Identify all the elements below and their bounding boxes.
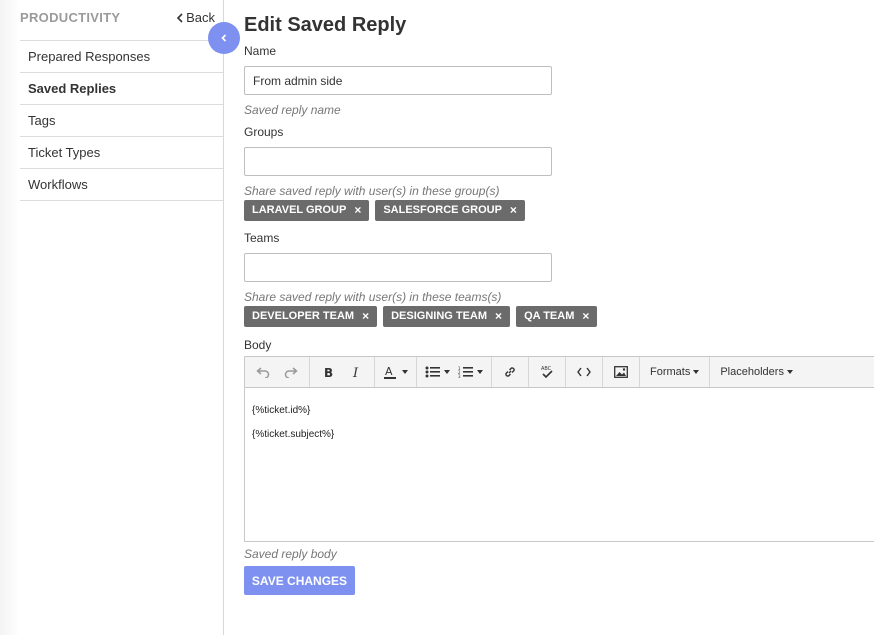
save-changes-button[interactable]: SAVE CHANGES	[244, 566, 355, 595]
body-label: Body	[244, 338, 272, 352]
body-hint: Saved reply body	[244, 547, 337, 561]
sidebar-header: PRODUCTIVITY Back	[20, 10, 223, 30]
group-tag-label: SALESFORCE GROUP	[383, 204, 502, 216]
left-gutter	[0, 0, 20, 635]
placeholders-group: Placeholders	[710, 357, 803, 387]
image-icon[interactable]	[607, 357, 635, 387]
sidebar-nav: Prepared Responses Saved Replies Tags Ti…	[20, 40, 223, 201]
name-label: Name	[244, 44, 277, 58]
sidebar-divider	[223, 0, 224, 635]
sidebar-item-ticket-types[interactable]: Ticket Types	[20, 137, 223, 169]
redo-icon[interactable]	[277, 357, 305, 387]
link-icon[interactable]	[496, 357, 524, 387]
history-group	[245, 357, 310, 387]
teams-label: Teams	[244, 231, 280, 245]
color-group: A	[375, 357, 417, 387]
sidebar-item-workflows[interactable]: Workflows	[20, 169, 223, 201]
list-group: 123	[417, 357, 492, 387]
code-icon[interactable]	[570, 357, 598, 387]
image-group	[603, 357, 640, 387]
main-content: Edit Saved Reply Name Saved reply name G…	[244, 0, 874, 635]
style-group: B I	[310, 357, 375, 387]
name-input[interactable]	[244, 66, 552, 95]
team-tag: DESIGNING TEAM ×	[383, 306, 511, 327]
formats-label: Formats	[650, 366, 691, 378]
collapse-sidebar-button[interactable]	[208, 22, 240, 54]
italic-icon[interactable]: I	[342, 357, 370, 387]
sidebar-item-saved-replies[interactable]: Saved Replies	[20, 73, 223, 105]
teams-input[interactable]	[244, 253, 552, 282]
placeholders-dropdown[interactable]: Placeholders	[714, 357, 799, 387]
team-tag: QA TEAM ×	[516, 306, 598, 327]
team-tag-label: DEVELOPER TEAM	[252, 310, 355, 322]
remove-tag-icon[interactable]: ×	[354, 200, 361, 221]
sidebar-item-tags[interactable]: Tags	[20, 105, 223, 137]
name-hint: Saved reply name	[244, 103, 341, 117]
rich-text-editor: B I A 1 2 3 ABC Formats Placeholders {%t…	[244, 356, 874, 542]
chevron-down-icon	[402, 370, 408, 374]
chevron-left-icon	[221, 34, 227, 42]
formats-dropdown[interactable]: Formats	[644, 357, 705, 387]
spellcheck-icon[interactable]: ABC	[533, 357, 561, 387]
svg-text:A: A	[385, 365, 393, 378]
undo-icon[interactable]	[249, 357, 277, 387]
remove-tag-icon[interactable]: ×	[582, 306, 589, 327]
chevron-down-icon	[477, 370, 483, 374]
group-tag: LARAVEL GROUP ×	[244, 200, 370, 221]
remove-tag-icon[interactable]: ×	[495, 306, 502, 327]
remove-tag-icon[interactable]: ×	[510, 200, 517, 221]
code-group	[566, 357, 603, 387]
chevron-down-icon	[444, 370, 450, 374]
group-tag: SALESFORCE GROUP ×	[375, 200, 525, 221]
svg-text:ABC: ABC	[541, 366, 552, 372]
sidebar-item-prepared-responses[interactable]: Prepared Responses	[20, 41, 223, 73]
teams-hint: Share saved reply with user(s) in these …	[244, 290, 502, 304]
team-tag-label: DESIGNING TEAM	[391, 310, 488, 322]
text-color-icon[interactable]: A	[379, 357, 412, 387]
editor-line: {%ticket.subject%}	[252, 429, 335, 440]
chevron-down-icon	[786, 370, 793, 374]
placeholders-label: Placeholders	[720, 366, 784, 378]
sidebar: PRODUCTIVITY Back Prepared Responses Sav…	[20, 0, 223, 635]
groups-label: Groups	[244, 125, 284, 139]
groups-hint: Share saved reply with user(s) in these …	[244, 184, 500, 198]
bullet-list-icon[interactable]	[421, 357, 454, 387]
formats-group: Formats	[640, 357, 711, 387]
link-group	[492, 357, 529, 387]
groups-input[interactable]	[244, 147, 552, 176]
svg-text:3: 3	[458, 374, 461, 378]
bold-icon[interactable]: B	[314, 357, 342, 387]
app: PRODUCTIVITY Back Prepared Responses Sav…	[0, 0, 874, 635]
editor-content[interactable]: {%ticket.id%} {%ticket.subject%}	[245, 388, 874, 468]
svg-text:B: B	[324, 366, 333, 378]
chevron-down-icon	[693, 370, 700, 374]
remove-tag-icon[interactable]: ×	[362, 306, 369, 327]
back-link[interactable]: Back	[176, 10, 215, 26]
editor-toolbar: B I A 1 2 3 ABC Formats Placeholders	[245, 357, 874, 388]
group-tag-label: LARAVEL GROUP	[252, 204, 347, 216]
svg-text:I: I	[352, 366, 359, 378]
chevron-left-icon	[176, 13, 183, 23]
teams-tag-list: DEVELOPER TEAM × DESIGNING TEAM × QA TEA…	[244, 306, 598, 327]
sidebar-title: PRODUCTIVITY	[20, 10, 121, 25]
spellcheck-group: ABC	[529, 357, 566, 387]
groups-tag-list: LARAVEL GROUP × SALESFORCE GROUP ×	[244, 200, 525, 221]
editor-line: {%ticket.id%}	[252, 405, 311, 416]
team-tag-label: QA TEAM	[524, 310, 575, 322]
back-link-label: Back	[186, 10, 215, 25]
numbered-list-icon[interactable]: 123	[454, 357, 487, 387]
page-title: Edit Saved Reply	[244, 14, 407, 36]
team-tag: DEVELOPER TEAM ×	[244, 306, 378, 327]
